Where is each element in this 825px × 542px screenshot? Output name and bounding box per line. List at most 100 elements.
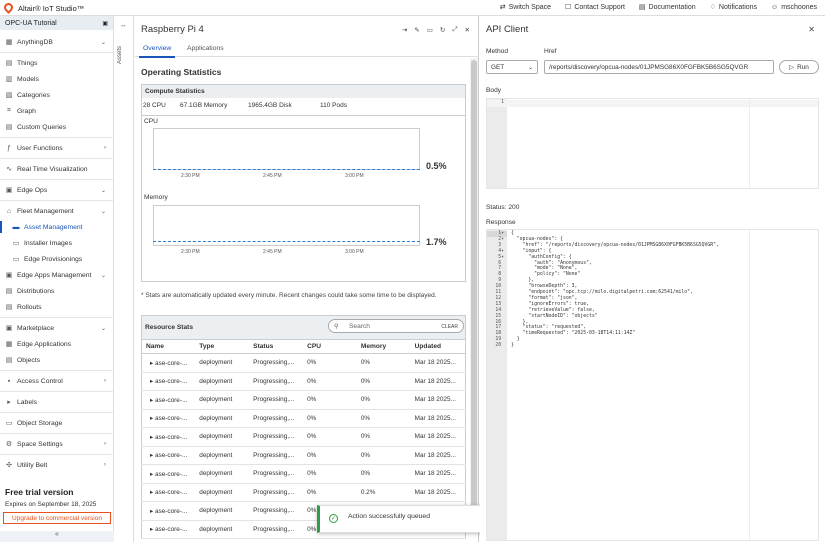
table-cell: ▸ ase-core-... <box>141 464 196 484</box>
user-menu[interactable]: ☺ mschoones <box>771 4 817 11</box>
sidebar-item-access-control[interactable]: ▪ Access Control › <box>0 373 114 389</box>
expand-icon[interactable]: ⤢ <box>452 26 457 34</box>
table-row[interactable]: ▸ ase-core-... deployment Progressing,... 0… <box>141 427 466 447</box>
sidebar-item-edge-applications[interactable]: ▦ Edge Applications <box>0 336 114 352</box>
assets-rail-label[interactable]: Assets <box>117 46 123 64</box>
documentation-link[interactable]: ▤ Documentation <box>639 4 696 11</box>
sidebar: OPC-UA Tutorial ▣ ▦ AnythingDB ⌄ ▤ Things ▥ Mo… <box>0 16 114 542</box>
sidebar-item-installer-images[interactable]: ▭ Installer Images <box>0 235 114 251</box>
table-row[interactable]: ▸ ase-core-... deployment Progressing,... 0… <box>141 372 466 391</box>
sidebar-item-distributions[interactable]: ▤ Distributions <box>0 283 114 299</box>
href-label: Href <box>544 48 557 55</box>
contact-support-link[interactable]: ☐ Contact Support <box>565 4 625 11</box>
run-button[interactable]: ▷ Run <box>779 60 819 74</box>
method-select[interactable]: GET ⌄ <box>486 60 538 74</box>
sidebar-item-real-time-visualization[interactable]: ∿ Real Time Visualization <box>0 161 114 177</box>
resource-name: ase-core-... <box>154 489 188 497</box>
response-status: Status: 200 <box>486 204 520 211</box>
edge-app-icon: ▦ <box>5 341 13 348</box>
body-editor[interactable]: 1 <box>486 98 819 189</box>
upgrade-button[interactable]: Upgrade to commercial version <box>3 512 111 524</box>
expand-arrows-icon[interactable]: ↔ <box>120 22 127 29</box>
close-icon[interactable]: ✕ <box>808 25 815 34</box>
edge-ops-icon: ▣ <box>5 187 13 194</box>
refresh-icon[interactable]: ↻ <box>440 26 445 34</box>
table-cell: Progressing,... <box>249 501 304 521</box>
response-viewer[interactable]: 1▾{2▾ "opcua-nodes": {3 "href": "/report… <box>486 229 819 541</box>
column-header-type[interactable]: Type <box>195 339 250 354</box>
divider <box>0 433 114 434</box>
sidebar-item-edge-apps-management[interactable]: ▣ Edge Apps Management ⌄ <box>0 267 114 283</box>
sidebar-item-objects[interactable]: ▤ Objects <box>0 352 114 368</box>
table-cell: 0.2% <box>356 483 411 502</box>
edit-icon[interactable]: ✎ <box>414 26 419 34</box>
body-label: Body <box>486 87 502 94</box>
table-cell: 0% <box>356 353 411 373</box>
table-row[interactable]: ▸ ase-core-... deployment Progressing,... 0… <box>141 483 466 502</box>
table-row[interactable]: ▸ ase-core-... deployment Progressing,... 0… <box>141 390 466 410</box>
pin-icon[interactable]: ▣ <box>102 20 108 27</box>
sidebar-item-fleet-management[interactable]: ⌂ Fleet Management ⌄ <box>0 203 114 219</box>
api-client-title: API Client <box>486 24 529 35</box>
resource-search-input[interactable]: ⚲ Search CLEAR <box>328 319 464 333</box>
resource-name: ase-core-... <box>154 507 188 515</box>
sidebar-item-things[interactable]: ▤ Things <box>0 55 114 71</box>
sidebar-item-object-storage[interactable]: ▭ Object Storage <box>0 415 114 431</box>
market-icon: ▣ <box>5 325 13 332</box>
table-cell: Mar 18 2025... <box>410 390 466 410</box>
sidebar-item-graph[interactable]: ⌗ Graph <box>0 103 114 119</box>
notifications-link[interactable]: ♢ Notifications <box>710 4 757 11</box>
sidebar-item-categories[interactable]: ▧ Categories <box>0 87 114 103</box>
column-header-name[interactable]: Name <box>141 339 196 354</box>
rollout-icon: ▤ <box>5 304 13 311</box>
table-cell: 0% <box>303 427 357 447</box>
switch-icon: ⇄ <box>499 4 506 11</box>
sidebar-item-edge-provisionings[interactable]: ▭ Edge Provisionings <box>0 251 114 267</box>
collapse-sidebar-button[interactable]: « <box>0 531 114 542</box>
column-header-memory[interactable]: Memory <box>356 339 411 354</box>
sidebar-item-labels[interactable]: ▸ Labels <box>0 394 114 410</box>
column-header-cpu[interactable]: CPU <box>303 339 357 354</box>
api-icon[interactable]: ⇥ <box>402 26 407 34</box>
switch-space-link[interactable]: ⇄ Switch Space <box>500 4 551 11</box>
active-line <box>487 100 818 107</box>
bell-icon: ♢ <box>709 4 716 11</box>
check-circle-icon: ✓ <box>329 514 338 523</box>
tab-overview[interactable]: Overview <box>138 45 176 58</box>
sidebar-item-space-settings[interactable]: ⚙ Space Settings › <box>0 436 114 452</box>
column-header-status[interactable]: Status <box>249 339 304 354</box>
toast-message: Action successfully queued <box>348 513 430 520</box>
href-input[interactable]: /reports/discovery/opcua-nodes/01JPMSG86… <box>544 60 774 74</box>
table-row[interactable]: ▸ ase-core-... deployment Progressing,... 0… <box>141 464 466 484</box>
sidebar-item-user-functions[interactable]: ƒ User Functions › <box>0 140 114 156</box>
divider <box>0 391 114 392</box>
sidebar-item-asset-management[interactable]: ▬ Asset Management <box>0 219 114 235</box>
column-header-updated[interactable]: Updated <box>410 339 466 354</box>
clear-search-button[interactable]: CLEAR <box>441 324 458 330</box>
cpu-count: 28 CPU <box>143 102 166 109</box>
device-scrollbar[interactable] <box>470 58 478 520</box>
memory-line <box>153 241 420 242</box>
sidebar-item-models[interactable]: ▥ Models <box>0 71 114 87</box>
sidebar-item-custom-queries[interactable]: ▤ Custom Queries <box>0 119 114 135</box>
table-row[interactable]: ▸ ase-core-... deployment Progressing,... 0… <box>141 409 466 428</box>
sidebar-item-label: Distributions <box>17 287 55 295</box>
sidebar-item-anythingdb[interactable]: ▦ AnythingDB ⌄ <box>0 34 114 50</box>
table-header: Name Type Status CPU Memory Updated <box>141 339 466 354</box>
space-selector[interactable]: OPC-UA Tutorial ▣ <box>0 16 113 30</box>
close-icon[interactable]: ✕ <box>465 26 470 34</box>
chevron-down-icon: ⌄ <box>100 272 106 279</box>
sidebar-item-label: Edge Provisionings <box>24 255 83 263</box>
table-row[interactable]: ▸ ase-core-... deployment Progressing,... 0… <box>141 446 466 465</box>
sidebar-item-edge-ops[interactable]: ▣ Edge Ops ⌄ <box>0 182 114 198</box>
top-bar: Altair® IoT Studio™ ⇄ Switch Space ☐ Conta… <box>0 0 825 16</box>
table-row[interactable]: ▸ ase-core-... deployment Progressing,... 0… <box>141 353 466 373</box>
graph-icon: ⌗ <box>7 107 11 114</box>
app-title: Altair® IoT Studio™ <box>18 4 85 13</box>
sidebar-item-utility-belt[interactable]: ✣ Utility Belt › <box>0 457 114 473</box>
tab-applications[interactable]: Applications <box>187 45 224 52</box>
scrollbar-thumb[interactable] <box>471 60 477 520</box>
terminal-icon[interactable]: ▭ <box>427 26 433 34</box>
sidebar-item-marketplace[interactable]: ▣ Marketplace ⌄ <box>0 320 114 336</box>
sidebar-item-rollouts[interactable]: ▤ Rollouts <box>0 299 114 315</box>
